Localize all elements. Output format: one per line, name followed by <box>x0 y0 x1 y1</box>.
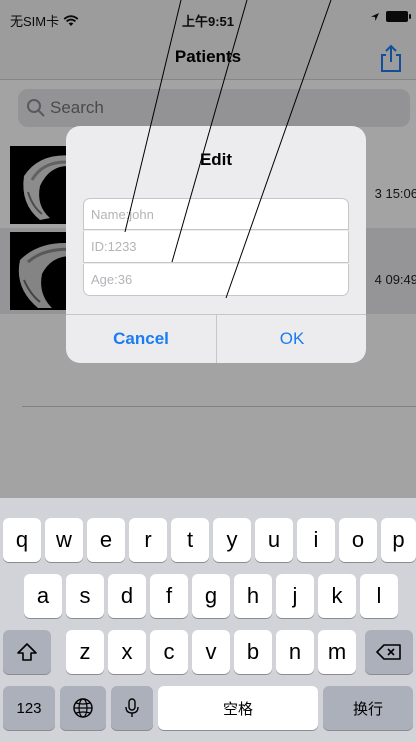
key-n[interactable]: n <box>276 630 314 674</box>
numbers-key[interactable]: 123 <box>3 686 55 730</box>
dialog-title: Edit <box>199 150 233 169</box>
shift-icon <box>17 643 37 661</box>
microphone-icon <box>125 698 139 717</box>
key-v[interactable]: v <box>192 630 230 674</box>
key-o[interactable]: o <box>339 518 377 562</box>
key-d[interactable]: d <box>108 574 146 618</box>
keyboard: q w e r t y u i o p a s d f g h j k l z … <box>0 498 416 742</box>
edit-dialog: Edit Name:john ID:1233 Age:36 Cancel OK <box>66 126 366 363</box>
key-l[interactable]: l <box>360 574 398 618</box>
key-g[interactable]: g <box>192 574 230 618</box>
delete-key[interactable] <box>365 630 413 674</box>
key-e[interactable]: e <box>87 518 125 562</box>
key-f[interactable]: f <box>150 574 188 618</box>
key-m[interactable]: m <box>318 630 356 674</box>
key-q[interactable]: q <box>3 518 41 562</box>
key-p[interactable]: p <box>381 518 416 562</box>
key-a[interactable]: a <box>24 574 62 618</box>
ok-button[interactable]: OK <box>217 315 366 363</box>
space-key[interactable]: 空格 <box>158 686 318 730</box>
key-t[interactable]: t <box>171 518 209 562</box>
key-i[interactable]: i <box>297 518 335 562</box>
key-u[interactable]: u <box>255 518 293 562</box>
key-w[interactable]: w <box>45 518 83 562</box>
delete-icon <box>376 644 401 660</box>
key-x[interactable]: x <box>108 630 146 674</box>
key-s[interactable]: s <box>66 574 104 618</box>
globe-key[interactable] <box>60 686 106 730</box>
key-r[interactable]: r <box>129 518 167 562</box>
key-j[interactable]: j <box>276 574 314 618</box>
key-h[interactable]: h <box>234 574 272 618</box>
name-field[interactable]: Name:john <box>83 198 349 230</box>
key-z[interactable]: z <box>66 630 104 674</box>
age-field[interactable]: Age:36 <box>83 264 349 296</box>
microphone-key[interactable] <box>111 686 153 730</box>
key-b[interactable]: b <box>234 630 272 674</box>
key-y[interactable]: y <box>213 518 251 562</box>
shift-key[interactable] <box>3 630 51 674</box>
id-field[interactable]: ID:1233 <box>83 231 349 263</box>
key-c[interactable]: c <box>150 630 188 674</box>
return-key[interactable]: 换行 <box>323 686 413 730</box>
cancel-button[interactable]: Cancel <box>66 315 216 363</box>
key-k[interactable]: k <box>318 574 356 618</box>
globe-icon <box>73 698 93 718</box>
